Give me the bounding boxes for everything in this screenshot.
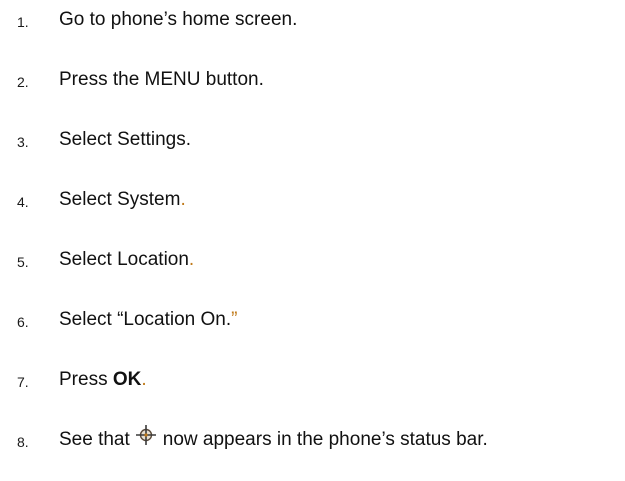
step-1-text: Go to phone’s home screen. <box>59 9 297 31</box>
step-1-number: 1. <box>17 14 29 30</box>
ok-key-label: OK <box>112 369 142 390</box>
step-5-text: Select Location. <box>59 249 194 271</box>
step-2-text: Press the MENU button. <box>59 69 264 91</box>
step-8-suffix: now appears in the phone’s status bar. <box>162 429 488 450</box>
step-8-prefix: See that <box>59 429 130 450</box>
step-4-text: Select System. <box>59 189 186 211</box>
step-2-number: 2. <box>17 74 29 90</box>
step-8-number: 8. <box>17 434 29 450</box>
step-5-number: 5. <box>17 254 29 270</box>
step-1-label: Go to phone’s home screen. <box>59 9 298 30</box>
step-6-label: Select “Location On. <box>59 309 232 330</box>
step-3-label: Select Settings. <box>59 129 192 150</box>
step-7-prefix: Press <box>59 369 113 390</box>
step-5-period: . <box>188 249 195 270</box>
step-8-text: See that now appears in the phone’s stat… <box>59 425 488 451</box>
step-6-number: 6. <box>17 314 29 330</box>
step-7-period: . <box>141 369 147 390</box>
instruction-list: 1. Go to phone’s home screen. 2. Press t… <box>0 0 625 481</box>
step-4-period: . <box>180 189 186 210</box>
step-7-number: 7. <box>17 374 29 390</box>
gps-location-icon <box>135 424 157 446</box>
step-6-text: Select “Location On.” <box>59 309 237 331</box>
step-4-number: 4. <box>17 194 29 210</box>
step-3-text: Select Settings. <box>59 129 191 151</box>
step-5-label: Select Location <box>59 249 189 270</box>
step-3-number: 3. <box>17 134 29 150</box>
step-6-closing-quote: ” <box>231 309 238 330</box>
step-4-label: Select System <box>59 189 181 210</box>
step-2-label: Press the MENU button. <box>59 69 264 90</box>
step-7-text: Press OK. <box>59 369 147 391</box>
